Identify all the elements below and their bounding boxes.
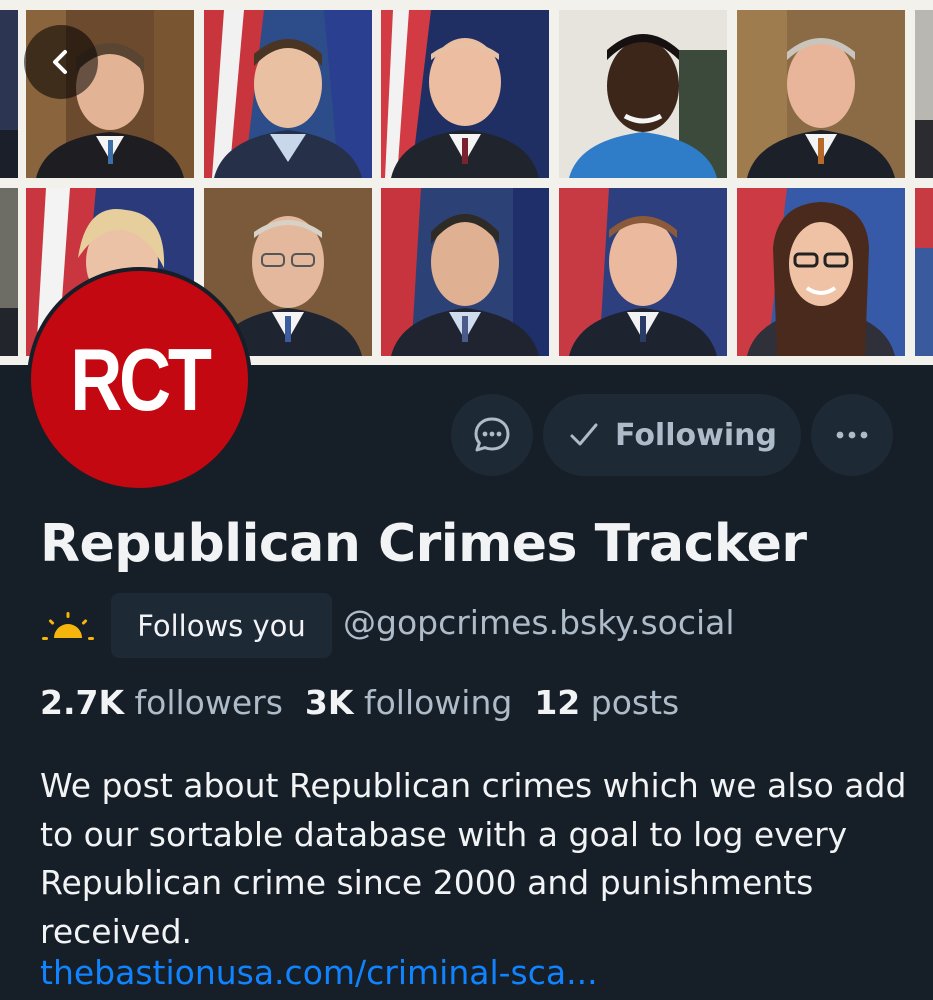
- avatar-image: RCT: [31, 271, 248, 488]
- followers-count: 2.7K: [40, 683, 125, 722]
- banner-portrait: [559, 10, 727, 178]
- followers-label: followers: [134, 683, 283, 722]
- profile-bio: We post about Republican crimes which we…: [40, 766, 907, 951]
- chat-bubble-icon: [474, 417, 510, 452]
- banner-portrait: [381, 188, 549, 356]
- message-button[interactable]: [451, 394, 533, 476]
- back-button[interactable]: [24, 25, 98, 99]
- follows-you-badge: Follows you: [111, 593, 332, 658]
- following-label: following: [363, 683, 513, 722]
- display-name: Republican Crimes Tracker: [40, 514, 807, 574]
- more-options-button[interactable]: [811, 394, 893, 476]
- banner-portrait-edge: [915, 188, 933, 356]
- banner-portrait-edge: [0, 188, 18, 356]
- banner-portrait: [204, 10, 372, 178]
- profile-stats: 2.7K followers 3K following 12 posts: [40, 683, 679, 722]
- following-button[interactable]: Following: [543, 394, 801, 476]
- avatar-logo-text: RCT: [70, 329, 212, 429]
- following-button-label: Following: [615, 417, 777, 453]
- following-link[interactable]: 3K following: [305, 683, 512, 722]
- checkmark-icon: [570, 423, 598, 446]
- banner-portrait: [737, 188, 905, 356]
- banner-portrait: [381, 10, 549, 178]
- bio-link[interactable]: thebastionusa.com/criminal-sca...: [40, 953, 598, 992]
- avatar[interactable]: RCT: [27, 267, 252, 492]
- ellipsis-icon: [836, 431, 868, 439]
- posts-stat: 12 posts: [534, 683, 679, 722]
- posts-count: 12: [534, 683, 581, 722]
- posts-label: posts: [590, 683, 680, 722]
- banner-portrait: [737, 10, 905, 178]
- banner-portrait-edge: [0, 10, 18, 178]
- banner-portrait-edge: [915, 10, 933, 178]
- sun-icon: [42, 612, 94, 640]
- chevron-left-icon: [53, 50, 67, 74]
- following-count: 3K: [304, 683, 354, 722]
- followers-link[interactable]: 2.7K followers: [40, 683, 283, 722]
- profile-handle[interactable]: @gopcrimes.bsky.social: [343, 603, 735, 642]
- banner-portrait: [559, 188, 727, 356]
